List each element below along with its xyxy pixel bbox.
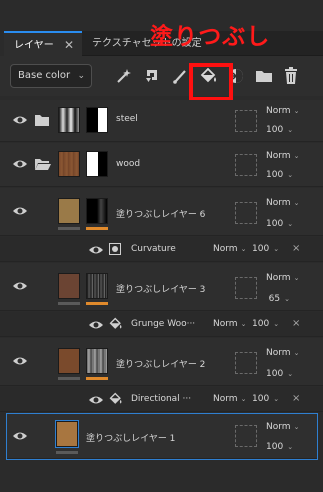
layer-name: steel	[116, 114, 138, 124]
layer-name: 塗りつぶしレイヤー 1	[86, 434, 176, 444]
blend-mode-select[interactable]: Norm ⌄	[213, 319, 246, 329]
opacity-value[interactable]: 100 ⌄	[266, 125, 293, 135]
annotation-label: 塗りつぶし	[150, 24, 271, 50]
mask-bar	[86, 377, 108, 380]
folder-icon	[35, 115, 49, 126]
blend-mode-select[interactable]: Norm ⌄	[266, 422, 299, 432]
folder-icon[interactable]	[253, 65, 275, 87]
rotate-paint-icon[interactable]	[141, 65, 163, 87]
layer-thumbnail	[58, 151, 80, 177]
mask-slot[interactable]	[235, 352, 257, 374]
thumbnail-bar	[56, 451, 78, 454]
close-icon[interactable]: ×	[292, 318, 300, 329]
layer-name: 塗りつぶしレイヤー 2	[116, 360, 206, 370]
eye-icon[interactable]	[88, 319, 104, 331]
blend-mode-select[interactable]: Norm ⌄	[266, 273, 299, 283]
opacity-value[interactable]: 100 ⌄	[266, 219, 293, 229]
brush-icon[interactable]	[169, 65, 191, 87]
layer-toolbar: Base color ⌄	[0, 56, 323, 96]
layer-name: wood	[116, 159, 141, 169]
layer-row-fill-1[interactable]: 塗りつぶしレイヤー 1 Norm ⌄ 100 ⌄	[6, 413, 318, 460]
fill-bucket-icon	[109, 317, 122, 329]
layer-row-fill-2[interactable]: 塗りつぶしレイヤー 2 Norm ⌄ 100 ⌄	[0, 338, 323, 386]
chevron-down-icon: ⌄	[77, 71, 85, 81]
layer-thumbnail	[55, 420, 79, 448]
layer-thumbnail	[58, 107, 80, 133]
tab-layers[interactable]: レイヤー ✕	[4, 31, 82, 56]
eye-icon[interactable]	[12, 158, 28, 170]
mask-bar	[86, 227, 108, 230]
effect-name: Grunge Woo···	[131, 319, 196, 329]
layer-thumbnail	[58, 198, 80, 224]
mask-thumbnail	[86, 151, 108, 177]
generator-icon	[109, 243, 121, 255]
fill-highlight-box	[189, 63, 233, 101]
layer-name: 塗りつぶしレイヤー 3	[116, 285, 206, 295]
mask-thumbnail	[86, 198, 108, 224]
close-icon[interactable]: ✕	[64, 33, 74, 58]
eye-icon[interactable]	[12, 355, 28, 367]
tab-layers-label: レイヤー	[14, 40, 54, 51]
channel-select-value: Base color	[18, 70, 71, 81]
effect-name: Curvature	[131, 244, 176, 254]
blend-mode-select[interactable]: Norm ⌄	[266, 151, 299, 161]
opacity-value[interactable]: 100 ⌄	[252, 319, 279, 329]
mask-slot[interactable]	[235, 154, 257, 176]
opacity-value[interactable]: 100 ⌄	[252, 244, 279, 254]
mask-thumbnail	[86, 273, 108, 299]
mask-thumbnail	[86, 348, 108, 374]
layer-thumbnail	[58, 273, 80, 299]
mask-thumbnail	[86, 107, 108, 133]
blend-mode-select[interactable]: Norm ⌄	[266, 348, 299, 358]
trash-icon[interactable]	[280, 65, 302, 87]
opacity-value[interactable]: 100 ⌄	[266, 369, 293, 379]
eye-icon[interactable]	[12, 430, 28, 442]
close-icon[interactable]: ×	[292, 393, 300, 404]
opacity-value[interactable]: 65 ⌄	[266, 294, 290, 304]
effect-row-directional[interactable]: Directional ··· Norm ⌄ 100 ⌄ ×	[0, 387, 323, 412]
close-icon[interactable]: ×	[292, 243, 300, 254]
mask-slot[interactable]	[235, 425, 257, 447]
folder-open-icon	[35, 159, 51, 170]
opacity-value[interactable]: 100 ⌄	[266, 170, 293, 180]
layer-row-wood[interactable]: wood Norm ⌄ 100 ⌄	[0, 143, 323, 187]
layer-row-fill-3[interactable]: 塗りつぶしレイヤー 3 Norm ⌄ 65 ⌄	[0, 263, 323, 311]
channel-select[interactable]: Base color ⌄	[10, 64, 92, 88]
eye-icon[interactable]	[12, 114, 28, 126]
blend-mode-select[interactable]: Norm ⌄	[213, 394, 246, 404]
blend-mode-select[interactable]: Norm ⌄	[266, 106, 299, 116]
mask-slot[interactable]	[235, 110, 257, 132]
eye-icon[interactable]	[12, 280, 28, 292]
thumbnail-bar	[58, 302, 80, 305]
layer-thumbnail	[58, 348, 80, 374]
thumbnail-bar	[58, 377, 80, 380]
eye-icon[interactable]	[12, 205, 28, 217]
blend-mode-select[interactable]: Norm ⌄	[266, 198, 299, 208]
thumbnail-bar	[58, 227, 80, 230]
layer-row-fill-6[interactable]: 塗りつぶしレイヤー 6 Norm ⌄ 100 ⌄	[0, 188, 323, 236]
opacity-value[interactable]: 100 ⌄	[252, 394, 279, 404]
eye-icon[interactable]	[88, 394, 104, 406]
effect-row-curvature[interactable]: Curvature Norm ⌄ 100 ⌄ ×	[0, 237, 323, 262]
layer-name: 塗りつぶしレイヤー 6	[116, 210, 206, 220]
mask-slot[interactable]	[235, 202, 257, 224]
tab-bar: レイヤー ✕ テクスチャセットの設定 塗りつぶし	[0, 0, 323, 56]
magic-wand-icon[interactable]	[113, 65, 135, 87]
opacity-value[interactable]: 100 ⌄	[266, 442, 293, 452]
blend-mode-select[interactable]: Norm ⌄	[213, 244, 246, 254]
eye-icon[interactable]	[88, 244, 104, 256]
fill-bucket-icon	[109, 392, 122, 404]
layer-row-steel[interactable]: steel Norm ⌄ 100 ⌄	[0, 100, 323, 142]
effect-row-grunge[interactable]: Grunge Woo··· Norm ⌄ 100 ⌄ ×	[0, 312, 323, 337]
mask-bar	[86, 302, 108, 305]
effect-name: Directional ···	[131, 394, 192, 404]
mask-slot[interactable]	[235, 277, 257, 299]
